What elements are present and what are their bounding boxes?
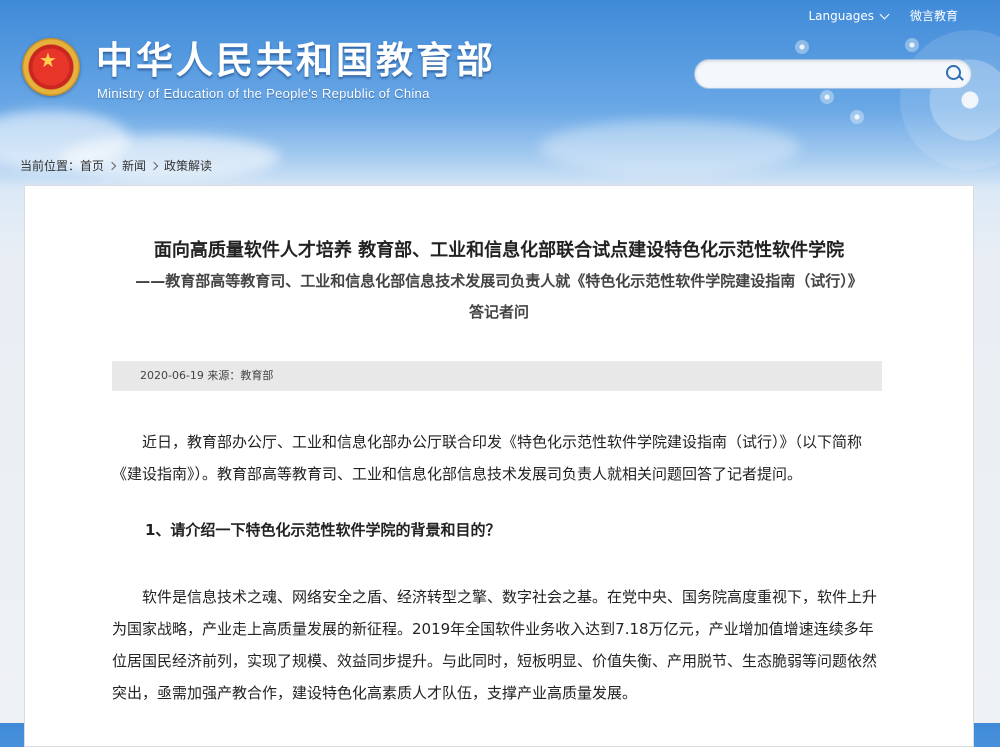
dandelion-seed — [905, 38, 919, 52]
breadcrumb-news[interactable]: 新闻 — [122, 157, 146, 174]
article-paragraph: 近日，教育部办公厅、工业和信息化部办公厅联合印发《特色化示范性软件学院建设指南（… — [112, 433, 863, 483]
article-question: 1、请介绍一下特色化示范性软件学院的背景和目的？ — [145, 521, 501, 539]
breadcrumb-prefix: 当前位置： — [20, 159, 81, 173]
site-title[interactable]: 中华人民共和国教育部 — [96, 38, 496, 84]
chevron-right-icon — [107, 161, 117, 170]
article-meta: 2020-06-19 来源：教育部 — [112, 361, 882, 391]
header-cloud — [540, 120, 800, 175]
search-box — [694, 59, 972, 89]
top-links: Languages 微言教育 — [809, 7, 959, 24]
breadcrumb-home[interactable]: 首页 — [80, 157, 104, 174]
article-subtitle: ——教育部高等教育司、工业和信息化部信息技术发展司负责人就《特色化示范性软件学院… — [135, 272, 863, 290]
dandelion-seed — [795, 40, 809, 54]
article-subtitle-line2: 答记者问 — [468, 303, 529, 321]
search-input[interactable] — [707, 61, 941, 87]
site-subtitle: Ministry of Education of the People's Re… — [97, 86, 430, 101]
languages-dropdown[interactable]: Languages — [808, 8, 890, 23]
languages-label: Languages — [808, 8, 874, 23]
weibo-link[interactable]: 微言教育 — [910, 7, 958, 24]
article-title: 面向高质量软件人才培养 教育部、工业和信息化部联合试点建设特色化示范性软件学院 — [153, 240, 845, 261]
national-emblem-logo[interactable]: ★ — [22, 38, 80, 96]
article-paragraph: 软件是信息技术之魂、网络安全之盾、经济转型之擎、数字社会之基。在党中央、国务院高… — [112, 588, 878, 702]
dandelion-seed — [820, 90, 834, 104]
breadcrumb-policy[interactable]: 政策解读 — [164, 157, 212, 174]
article-container: 面向高质量软件人才培养 教育部、工业和信息化部联合试点建设特色化示范性软件学院 … — [24, 185, 974, 747]
search-icon[interactable] — [941, 61, 967, 87]
chevron-down-icon — [879, 9, 890, 19]
chevron-right-icon — [149, 161, 159, 170]
breadcrumb: 当前位置： 首页 新闻 政策解读 — [20, 157, 212, 174]
article-date-source: 2020-06-19 来源：教育部 — [140, 369, 274, 382]
star-icon: ★ — [39, 48, 57, 72]
dandelion-seed — [850, 110, 864, 124]
